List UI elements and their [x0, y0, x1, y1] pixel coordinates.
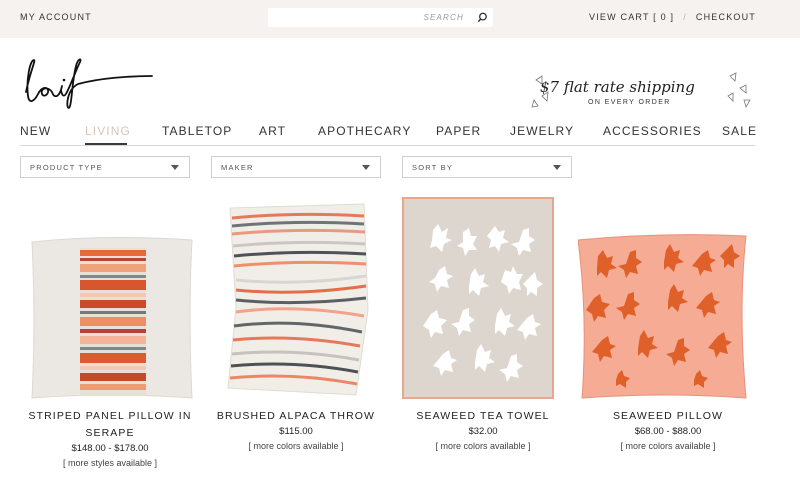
nav-jewelry[interactable]: JEWELRY — [510, 124, 574, 138]
product-variants-note[interactable]: [ more colors available ] — [393, 441, 573, 451]
nav-living[interactable]: LIVING — [85, 124, 131, 138]
product-name-line: STRIPED PANEL PILLOW IN — [28, 410, 192, 422]
product-variants-note[interactable]: [ more colors available ] — [206, 441, 386, 451]
product-name[interactable]: SEAWEED TEA TOWEL — [393, 408, 573, 425]
filter-label: MAKER — [221, 163, 254, 172]
main-nav: NEW LIVING TABLETOP ART APOTHECARY PAPER… — [20, 122, 757, 146]
promo-subtext: ON EVERY ORDER — [588, 99, 671, 106]
search-icon[interactable] — [477, 12, 488, 23]
nav-art[interactable]: ART — [259, 124, 286, 138]
product-price: $32.00 — [468, 426, 498, 437]
chevron-down-icon — [171, 165, 179, 170]
nav-accessories[interactable]: ACCESSORIES — [603, 124, 702, 138]
nav-apothecary[interactable]: APOTHECARY — [318, 124, 411, 138]
product-name-line: SEAWEED TEA TOWEL — [416, 410, 550, 422]
product-image[interactable] — [578, 190, 758, 405]
maker-filter[interactable]: MAKER — [211, 156, 381, 178]
product-price: $68.00 - $88.00 — [634, 426, 702, 437]
product-variants-note[interactable]: [ more colors available ] — [578, 441, 758, 451]
active-nav-indicator — [85, 143, 127, 145]
product-type-filter[interactable]: PRODUCT TYPE — [20, 156, 190, 178]
product-image[interactable] — [206, 190, 386, 405]
promo-text: $7 flat rate shipping — [540, 78, 695, 96]
view-cart-link[interactable]: VIEW CART [ 0 ] — [589, 12, 674, 22]
cart-links: VIEW CART [ 0 ] / CHECKOUT — [589, 12, 756, 22]
checkout-link[interactable]: CHECKOUT — [696, 12, 756, 22]
nav-tabletop[interactable]: TABLETOP — [162, 124, 232, 138]
sort-by-filter[interactable]: SORT BY — [402, 156, 572, 178]
product-name-line: BRUSHED ALPACA THROW — [216, 410, 376, 422]
search-input[interactable] — [268, 8, 468, 27]
serape-stripes — [80, 248, 146, 396]
product-image[interactable] — [393, 190, 573, 405]
product-price: $148.00 - $178.00 — [71, 443, 149, 454]
chevron-down-icon — [553, 165, 561, 170]
product-name-line: SERAPE — [85, 427, 135, 439]
product-name[interactable]: BRUSHED ALPACA THROW — [206, 408, 386, 425]
nav-sale[interactable]: SALE — [722, 124, 757, 138]
search-box[interactable] — [268, 8, 493, 27]
filter-label: SORT BY — [412, 163, 454, 172]
top-bar: MY ACCOUNT VIEW CART [ 0 ] / CHECKOUT — [0, 0, 800, 38]
nav-paper[interactable]: PAPER — [436, 124, 481, 138]
product-variants-note[interactable]: [ more styles available ] — [20, 458, 200, 468]
shipping-promo: $7 flat rate shipping ON EVERY ORDER — [530, 70, 760, 116]
leif-logo[interactable] — [20, 52, 160, 112]
product-price: $115.00 — [279, 426, 313, 437]
product-name-line: SEAWEED PILLOW — [612, 410, 724, 422]
separator: / — [683, 12, 687, 22]
nav-new[interactable]: NEW — [20, 124, 51, 138]
product-name[interactable]: STRIPED PANEL PILLOW IN SERAPE — [20, 408, 200, 442]
product-name[interactable]: SEAWEED PILLOW — [578, 408, 758, 425]
filter-label: PRODUCT TYPE — [30, 163, 103, 172]
chevron-down-icon — [362, 165, 370, 170]
my-account-link[interactable]: MY ACCOUNT — [20, 12, 92, 22]
product-image[interactable] — [20, 190, 200, 405]
